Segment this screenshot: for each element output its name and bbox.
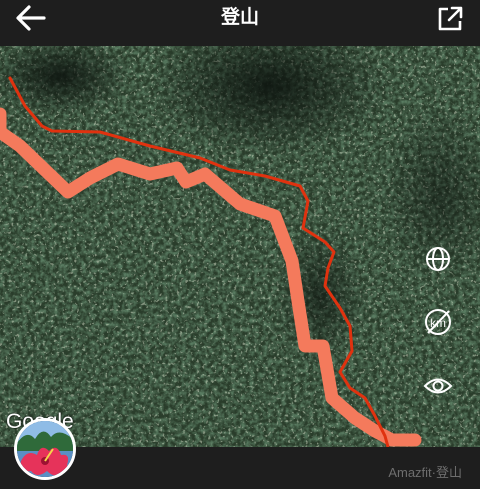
map-view[interactable]: km Google	[0, 46, 480, 447]
top-bar: 登山	[0, 0, 480, 46]
share-button[interactable]	[436, 5, 464, 33]
satellite-map	[0, 46, 480, 447]
avatar-hibiscus-photo	[17, 421, 73, 477]
globe-icon	[426, 247, 450, 271]
app-watermark: Amazfit·登山	[388, 465, 462, 480]
eye-icon	[423, 378, 453, 394]
page-title: 登山	[220, 7, 259, 28]
map-layer-button[interactable]	[416, 239, 460, 279]
avatar[interactable]	[14, 418, 76, 480]
km-unit-off-icon: km	[425, 309, 451, 335]
visibility-toggle[interactable]	[416, 366, 460, 406]
share-external-icon	[438, 6, 463, 31]
km-marker-toggle[interactable]: km	[416, 302, 460, 342]
